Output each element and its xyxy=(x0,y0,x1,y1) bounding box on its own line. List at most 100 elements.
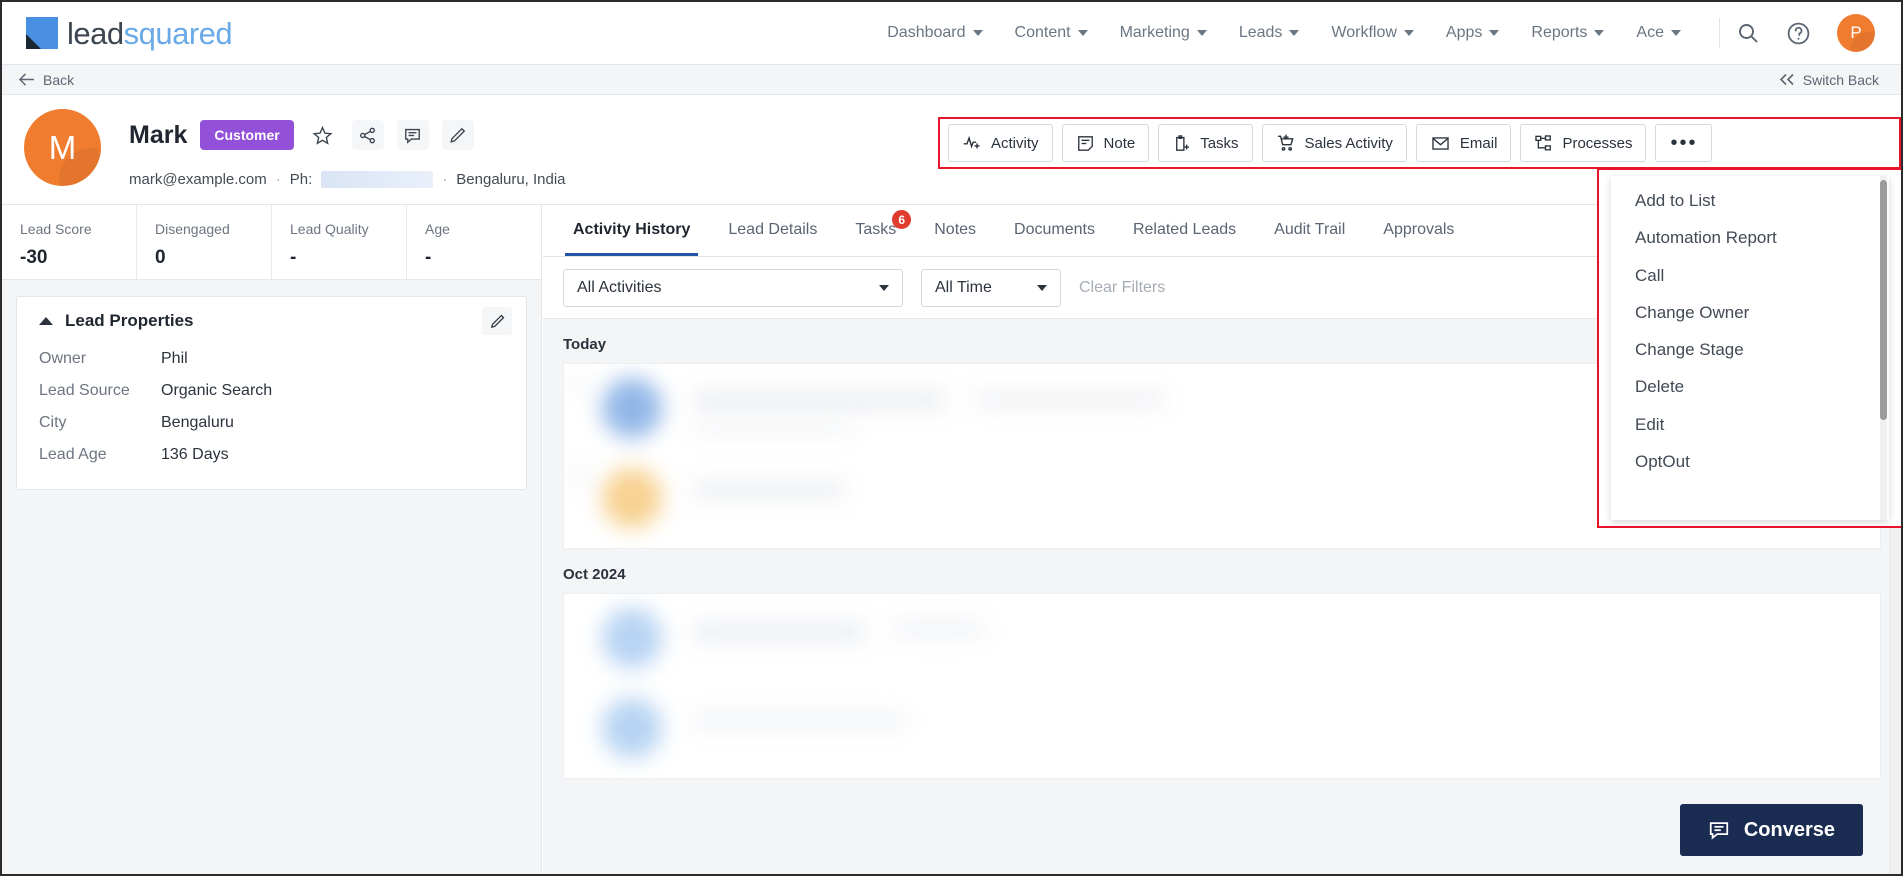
timeline-group-content-oct-2024[interactable] xyxy=(563,593,1881,779)
tab-tasks[interactable]: Tasks 6 xyxy=(836,204,915,256)
menu-item-optout[interactable]: OptOut xyxy=(1611,443,1889,480)
separator-dot: · xyxy=(275,171,281,188)
add-note-button[interactable]: Note xyxy=(1061,124,1150,162)
menu-item-call[interactable]: Call xyxy=(1611,257,1889,294)
edit-pencil-icon[interactable] xyxy=(441,120,474,150)
search-icon[interactable] xyxy=(1736,21,1760,45)
menu-item-add-to-list[interactable]: Add to List xyxy=(1611,182,1889,219)
nav-divider xyxy=(1719,18,1720,48)
property-row-owner: Owner Phil xyxy=(17,343,526,375)
tab-label: Lead Details xyxy=(728,221,818,238)
lead-action-toolbar: Activity Note Tasks Sales Activity Email… xyxy=(938,117,1901,169)
property-key: Owner xyxy=(39,350,87,367)
nav-label: Leads xyxy=(1238,24,1283,41)
nav-item-dashboard[interactable]: Dashboard xyxy=(871,24,998,42)
star-icon[interactable] xyxy=(307,120,339,150)
tab-label: Documents xyxy=(1014,221,1095,238)
chevron-down-icon xyxy=(1594,30,1605,36)
stat-label: Lead Score xyxy=(20,221,92,237)
converse-button[interactable]: Converse xyxy=(1679,804,1863,856)
timeline-group-label-oct-2024: Oct 2024 xyxy=(563,566,626,583)
switch-back-label: Switch Back xyxy=(1802,71,1879,88)
lead-name-row: Mark Customer xyxy=(129,120,474,150)
menu-item-change-owner[interactable]: Change Owner xyxy=(1611,294,1889,331)
property-value: Organic Search xyxy=(161,382,273,399)
dropdown-scrollbar-thumb[interactable] xyxy=(1880,180,1887,420)
help-circle-icon[interactable] xyxy=(1786,21,1811,46)
tab-approvals[interactable]: Approvals xyxy=(1364,204,1473,256)
lead-stage-badge: Customer xyxy=(200,120,294,150)
share-icon[interactable] xyxy=(351,120,384,150)
switch-back-button[interactable]: Switch Back xyxy=(1779,72,1879,88)
activity-add-icon xyxy=(963,135,980,149)
nav-label: Marketing xyxy=(1119,24,1190,41)
tab-activity-history[interactable]: Activity History xyxy=(554,204,709,256)
tab-documents[interactable]: Documents xyxy=(995,204,1114,256)
comment-icon[interactable] xyxy=(396,120,429,150)
stat-lead-score: Lead Score -30 xyxy=(2,205,137,279)
nav-item-content[interactable]: Content xyxy=(999,24,1104,42)
stat-label: Disengaged xyxy=(155,221,230,237)
nav-item-reports[interactable]: Reports xyxy=(1515,24,1620,42)
lead-stats: Lead Score -30 Disengaged 0 Lead Quality… xyxy=(2,205,541,280)
back-button[interactable]: Back xyxy=(18,72,74,88)
activity-type-select[interactable]: All Activities xyxy=(563,268,903,307)
nav-item-apps[interactable]: Apps xyxy=(1430,24,1515,42)
chevron-down-icon xyxy=(972,30,983,36)
nav-item-ace[interactable]: Ace xyxy=(1620,24,1697,42)
lead-properties-header[interactable]: Lead Properties xyxy=(17,311,526,343)
processes-button[interactable]: Processes xyxy=(1520,124,1647,162)
logo-text-squared: squared xyxy=(123,15,233,51)
add-task-button[interactable]: Tasks xyxy=(1158,124,1253,162)
chat-icon xyxy=(1709,822,1728,840)
back-label: Back xyxy=(43,71,75,88)
tab-audit-trail[interactable]: Audit Trail xyxy=(1255,204,1364,256)
nav-item-leads[interactable]: Leads xyxy=(1223,24,1316,42)
tab-related-leads[interactable]: Related Leads xyxy=(1114,204,1255,256)
nav-item-marketing[interactable]: Marketing xyxy=(1104,24,1223,42)
button-label: Note xyxy=(1103,134,1136,152)
chevron-down-icon xyxy=(1489,30,1500,36)
nav-label: Apps xyxy=(1445,24,1483,41)
stat-disengaged: Disengaged 0 xyxy=(137,205,272,279)
add-activity-button[interactable]: Activity xyxy=(948,124,1053,162)
stat-value: - xyxy=(290,247,297,268)
menu-item-edit[interactable]: Edit xyxy=(1611,406,1889,443)
add-sales-activity-button[interactable]: Sales Activity xyxy=(1261,124,1407,162)
dropdown-menu-list: Add to List Automation Report Call Chang… xyxy=(1611,176,1889,480)
button-label: Sales Activity xyxy=(1304,134,1393,152)
time-range-select[interactable]: All Time xyxy=(921,268,1061,307)
more-actions-button[interactable]: ••• xyxy=(1655,124,1713,162)
clear-filters-button[interactable]: Clear Filters xyxy=(1079,279,1165,297)
lead-avatar: M xyxy=(24,109,101,186)
user-avatar[interactable]: P xyxy=(1837,14,1875,52)
more-actions-dropdown: Add to List Automation Report Call Chang… xyxy=(1597,168,1901,528)
stat-label: Lead Quality xyxy=(290,221,369,237)
edit-pencil-icon[interactable] xyxy=(482,307,512,335)
send-email-button[interactable]: Email xyxy=(1415,124,1512,162)
menu-item-automation-report[interactable]: Automation Report xyxy=(1611,219,1889,256)
nav-item-workflow[interactable]: Workflow xyxy=(1315,24,1430,42)
stat-age: Age - xyxy=(407,205,541,279)
menu-item-change-stage[interactable]: Change Stage xyxy=(1611,331,1889,368)
menu-item-delete[interactable]: Delete xyxy=(1611,368,1889,405)
tab-lead-details[interactable]: Lead Details xyxy=(709,204,836,256)
lead-phone-redacted xyxy=(321,171,434,188)
separator-dot: · xyxy=(442,171,448,188)
chevron-down-icon xyxy=(1196,30,1207,36)
leadsquared-logo[interactable]: leadsquared xyxy=(2,15,233,51)
select-value: All Time xyxy=(935,278,992,296)
chevron-up-icon xyxy=(39,317,53,325)
lead-phone-label: Ph: xyxy=(289,171,313,188)
stat-value: - xyxy=(425,247,432,268)
lead-email[interactable]: mark@example.com xyxy=(129,171,267,188)
property-value: Bengaluru xyxy=(161,414,234,431)
lead-location: Bengaluru, India xyxy=(456,171,566,188)
nav-label: Dashboard xyxy=(887,24,966,41)
cart-add-icon xyxy=(1277,134,1294,151)
process-nodes-icon xyxy=(1535,134,1552,151)
tab-notes[interactable]: Notes xyxy=(915,204,995,256)
button-label: Email xyxy=(1459,134,1498,152)
tab-label: Tasks xyxy=(855,221,897,238)
property-row-lead-source: Lead Source Organic Search xyxy=(17,375,526,407)
